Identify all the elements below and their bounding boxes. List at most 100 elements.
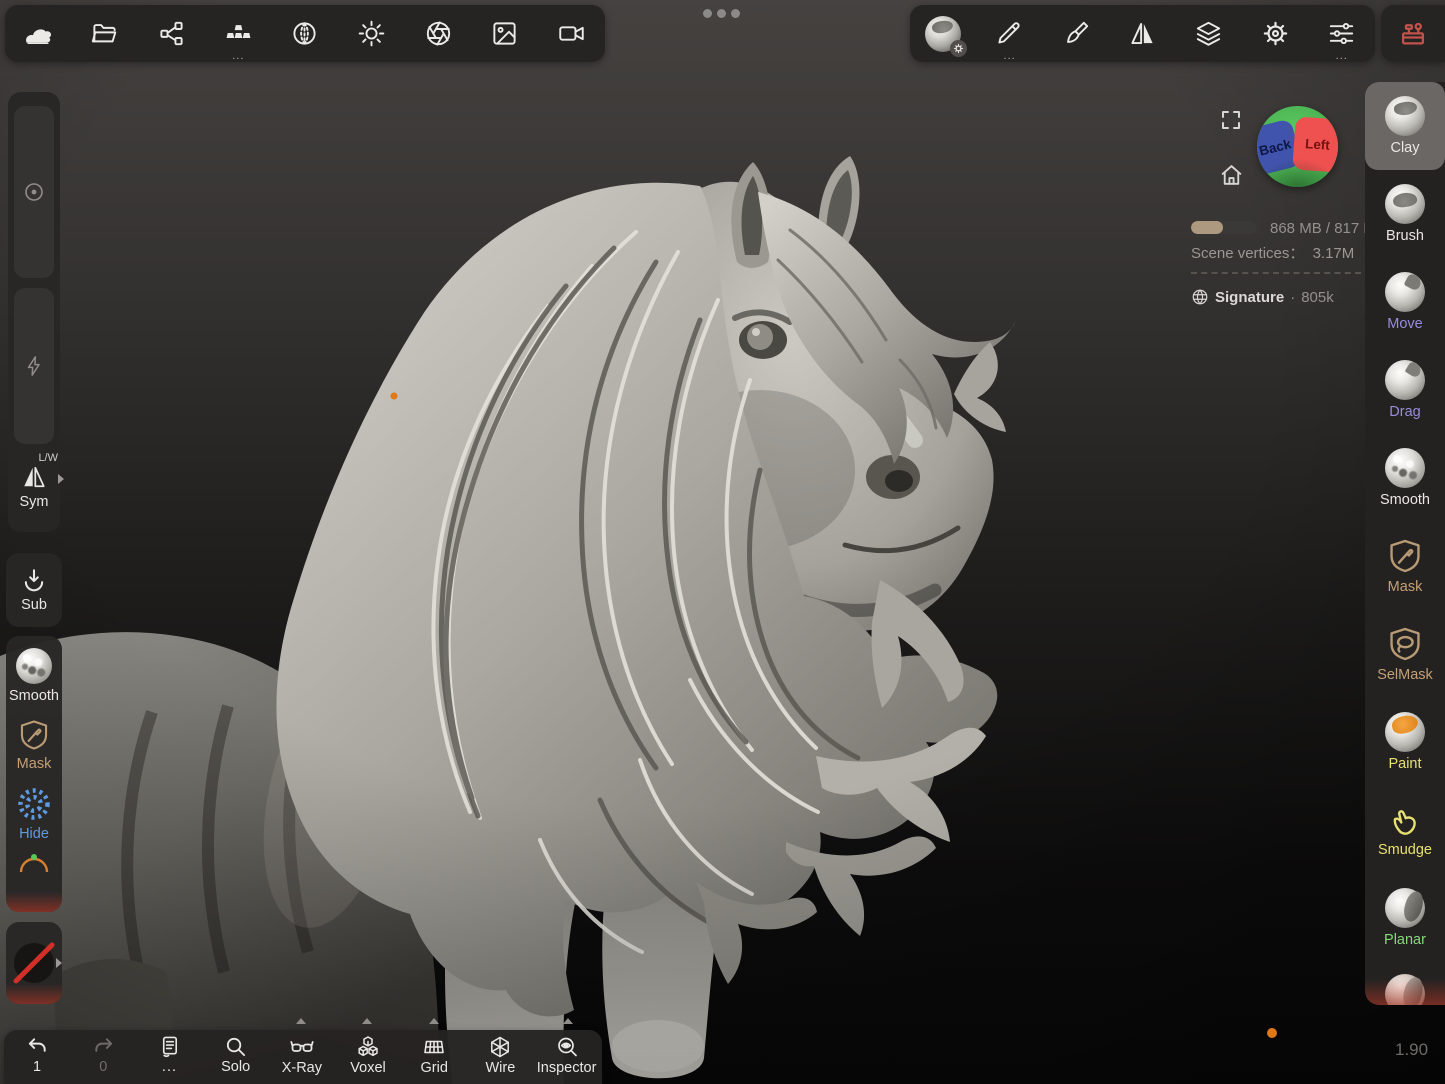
- radius-slider[interactable]: [14, 106, 54, 278]
- layers-button[interactable]: [1177, 5, 1241, 62]
- quick-tool-label: Smooth: [9, 688, 59, 704]
- tool-sidebar: Clay Brush Move Drag Smooth Mask SelMask…: [1365, 82, 1445, 1005]
- solo-button[interactable]: Solo: [203, 1030, 269, 1084]
- app-logo-button[interactable]: [6, 5, 70, 62]
- signature-row[interactable]: Signature · 805k: [1191, 288, 1334, 306]
- tool-clay[interactable]: Clay: [1365, 82, 1445, 170]
- material-sphere-icon: [925, 16, 961, 52]
- quick-tool-label: Hide: [19, 826, 49, 842]
- paint-sphere-icon: [1385, 712, 1425, 752]
- orientation-gizmo[interactable]: Back Left: [1257, 106, 1338, 187]
- voxel-label: Voxel: [350, 1060, 385, 1076]
- quick-hide[interactable]: Hide: [6, 772, 62, 842]
- wireframe-hex-icon: [488, 1035, 512, 1059]
- bake-button[interactable]: ...: [206, 5, 270, 62]
- tool-brush[interactable]: Brush: [1365, 170, 1445, 258]
- pivot-dot: [1267, 1028, 1277, 1038]
- sym-label: Sym: [20, 494, 49, 510]
- tool-label: Clay: [1390, 141, 1419, 156]
- mirror-icon: [1129, 20, 1156, 47]
- sym-expand-arrow[interactable]: [58, 474, 64, 484]
- tool-smudge[interactable]: Smudge: [1365, 786, 1445, 874]
- undo-button[interactable]: 1: [4, 1030, 70, 1084]
- hatched-sphere-icon: [291, 20, 318, 47]
- wire-button[interactable]: Wire: [467, 1030, 533, 1084]
- tool-move[interactable]: Move: [1365, 258, 1445, 346]
- smooth-sphere-icon: [1385, 448, 1425, 488]
- alpha-none-panel[interactable]: [6, 922, 62, 1004]
- camera-button[interactable]: [540, 5, 604, 62]
- postprocess-button[interactable]: [406, 5, 470, 62]
- quick-tool-label: Mask: [17, 756, 52, 772]
- stroke-pencil-button[interactable]: ...: [978, 5, 1042, 62]
- symmetry-button[interactable]: [1110, 5, 1174, 62]
- tool-label: Smudge: [1378, 843, 1432, 858]
- expand-caret[interactable]: [429, 1018, 439, 1024]
- gizmo-peek-icon[interactable]: [17, 852, 51, 874]
- gizmo-left-face[interactable]: Left: [1292, 116, 1338, 172]
- settings-button[interactable]: [1243, 5, 1307, 62]
- zoom-level: 1.90: [1395, 1040, 1428, 1060]
- radius-icon: [22, 180, 46, 204]
- matcap-library-button[interactable]: [273, 5, 337, 62]
- dot: [731, 9, 740, 18]
- subdivision-button[interactable]: Sub: [6, 553, 62, 627]
- sub-label: Sub: [21, 597, 47, 613]
- voxel-button[interactable]: Voxel: [335, 1030, 401, 1084]
- files-button[interactable]: [73, 5, 137, 62]
- interface-button[interactable]: ...: [1310, 5, 1374, 62]
- expand-caret[interactable]: [362, 1018, 372, 1024]
- mask-shield-icon: [1386, 537, 1424, 575]
- home-view-button[interactable]: [1219, 163, 1244, 188]
- solo-label: Solo: [221, 1059, 250, 1075]
- tool-label: Move: [1387, 317, 1422, 332]
- grid-button[interactable]: Grid: [401, 1030, 467, 1084]
- paint-settings-button[interactable]: [1044, 5, 1108, 62]
- none-slashed-circle-icon: [11, 940, 57, 986]
- home-icon: [1219, 163, 1244, 188]
- tool-partial-next[interactable]: [1365, 962, 1445, 1005]
- tool-mask[interactable]: Mask: [1365, 522, 1445, 610]
- planar-sphere-icon: [1385, 888, 1425, 928]
- folder-icon: [91, 20, 118, 47]
- history-notes-button[interactable]: ...: [136, 1030, 202, 1084]
- tool-planar[interactable]: Planar: [1365, 874, 1445, 962]
- sym-mode-badge: L/W: [38, 452, 58, 464]
- xray-label: X-Ray: [282, 1060, 322, 1076]
- fullscreen-icon: [1219, 108, 1243, 132]
- tool-selmask[interactable]: SelMask: [1365, 610, 1445, 698]
- tool-drag[interactable]: Drag: [1365, 346, 1445, 434]
- xray-button[interactable]: X-Ray: [269, 1030, 335, 1084]
- intensity-slider[interactable]: [14, 288, 54, 444]
- redo-icon: [92, 1035, 115, 1058]
- tool-paint[interactable]: Paint: [1365, 698, 1445, 786]
- pencil-icon: [996, 20, 1023, 47]
- sliders-more-dots: ...: [1310, 51, 1374, 61]
- expand-caret[interactable]: [563, 1018, 573, 1024]
- redo-button[interactable]: 0: [70, 1030, 136, 1084]
- hide-dots-icon: [16, 786, 52, 822]
- lightning-icon: [23, 355, 45, 377]
- quick-smooth[interactable]: Smooth: [6, 636, 62, 704]
- expand-caret[interactable]: [296, 1018, 306, 1024]
- alpha-expand-arrow[interactable]: [56, 958, 62, 968]
- tool-smooth[interactable]: Smooth: [1365, 434, 1445, 522]
- sym-mirror-icon: [21, 464, 47, 490]
- quick-mask[interactable]: Mask: [6, 704, 62, 772]
- toolbox-panel[interactable]: [1381, 5, 1445, 62]
- expand-caret[interactable]: [496, 1018, 506, 1024]
- video-camera-icon: [558, 20, 585, 47]
- grid-label: Grid: [421, 1060, 448, 1076]
- multitask-indicator[interactable]: [703, 9, 745, 19]
- inspector-button[interactable]: Inspector: [534, 1030, 600, 1084]
- fullscreen-button[interactable]: [1219, 108, 1243, 132]
- background-image-button[interactable]: [473, 5, 537, 62]
- undo-count: 1: [33, 1059, 41, 1075]
- smudge-finger-icon: [1387, 802, 1423, 838]
- material-button[interactable]: [911, 5, 975, 62]
- scene-graph-button[interactable]: [140, 5, 204, 62]
- symmetry-toggle[interactable]: L/W Sym: [8, 452, 60, 510]
- lighting-button[interactable]: [340, 5, 404, 62]
- sun-icon: [358, 20, 385, 47]
- glasses-icon: [290, 1035, 314, 1059]
